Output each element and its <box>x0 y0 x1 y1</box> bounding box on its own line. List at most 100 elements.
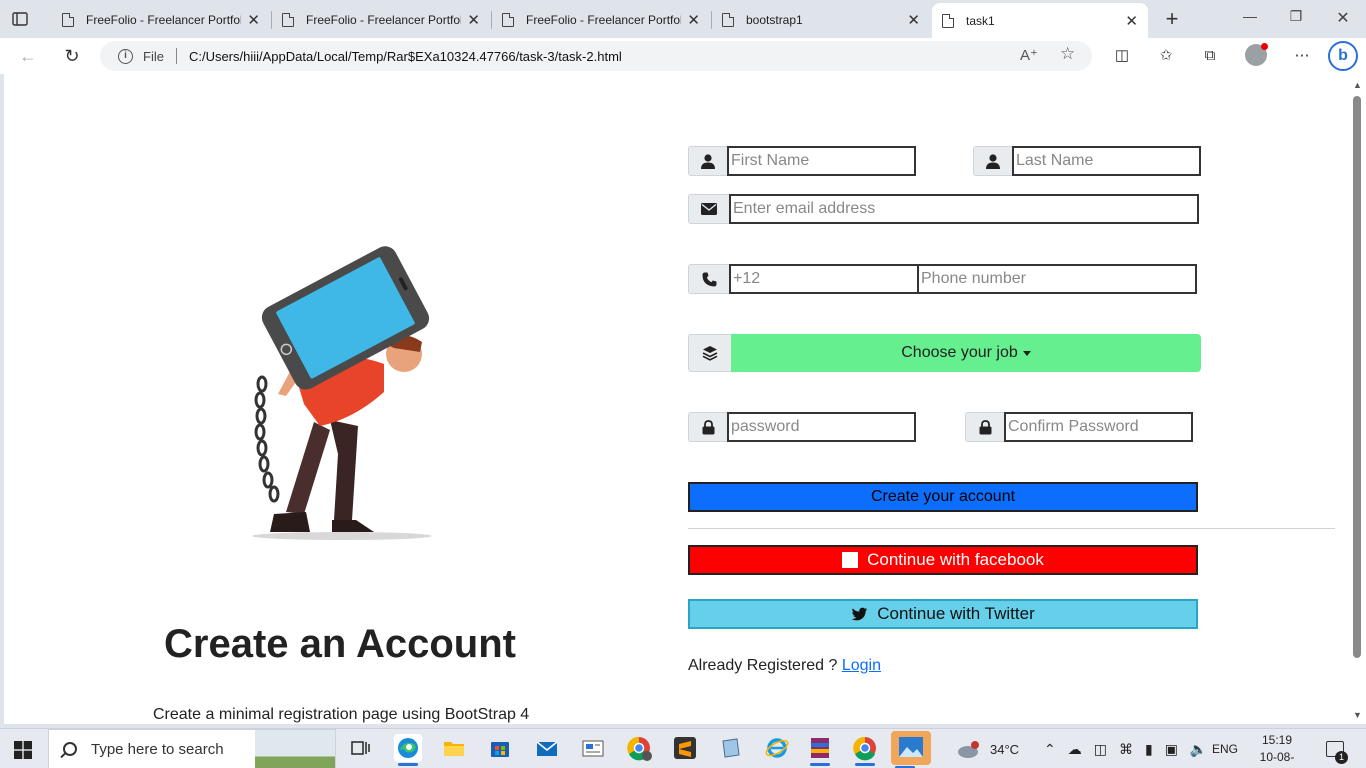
security-icon[interactable]: ▣ <box>1165 741 1178 758</box>
twitter-icon <box>851 607 868 620</box>
envelope-icon <box>701 203 717 215</box>
phone-icon-addon <box>688 264 730 294</box>
tab-label: FreeFolio - Freelancer Portfolio <box>306 13 462 27</box>
tab-label: FreeFolio - Freelancer Portfolio <box>526 13 682 27</box>
ie-icon[interactable] <box>763 734 791 762</box>
close-window-button[interactable]: ✕ <box>1333 8 1353 28</box>
tab-freefolio-1[interactable]: FreeFolio - Freelancer Portfolio ✕ <box>52 4 270 36</box>
scheme-label: File <box>143 48 164 64</box>
email-input[interactable] <box>729 194 1199 224</box>
windows-start-icon[interactable] <box>14 741 32 759</box>
clock-date: 10-08-2023 <box>1259 750 1295 768</box>
login-link[interactable]: Login <box>842 657 881 674</box>
store-icon[interactable] <box>486 734 514 762</box>
tab-task1[interactable]: task1 ✕ <box>932 3 1148 38</box>
layers-icon-addon <box>688 334 732 372</box>
lock-icon <box>979 419 991 434</box>
task-view-icon[interactable] <box>346 734 374 762</box>
close-icon[interactable]: ✕ <box>687 11 700 29</box>
tab-label: task1 <box>966 13 995 28</box>
user-icon <box>986 153 1000 169</box>
phone-icon <box>702 272 716 286</box>
tab-freefolio-3[interactable]: FreeFolio - Freelancer Portfolio ✕ <box>492 4 710 36</box>
page-icon <box>722 13 734 27</box>
mail-icon[interactable] <box>533 734 561 762</box>
scroll-down-arrow-icon[interactable]: ▼ <box>1353 710 1362 720</box>
wifi-icon[interactable]: ⌘ <box>1119 741 1133 758</box>
page-scrollbar[interactable]: ▲ ▼ <box>1348 74 1366 724</box>
caret-down-icon <box>1022 350 1031 356</box>
first-name-input[interactable] <box>727 146 916 176</box>
onedrive-icon[interactable]: ☁ <box>1068 741 1082 758</box>
address-bar[interactable]: i File C:/Users/hiii/AppData/Local/Temp/… <box>100 41 1092 71</box>
phone-number-input[interactable] <box>917 264 1197 294</box>
cloud-icon <box>958 741 979 758</box>
choose-job-label: Choose your job <box>901 344 1018 361</box>
volume-muted-icon[interactable]: 🔈 <box>1190 741 1207 758</box>
confirm-password-input[interactable] <box>1004 412 1193 442</box>
close-icon[interactable]: ✕ <box>1125 12 1138 30</box>
notepad-icon[interactable] <box>717 734 745 762</box>
system-tray-icons: ⌃ ☁ ◫ ⌘ ▮ ▣ 🔈 <box>1044 729 1207 768</box>
chrome-icon[interactable] <box>851 734 879 766</box>
tab-actions-icon[interactable] <box>10 9 30 29</box>
divider <box>688 528 1335 529</box>
news-icon[interactable] <box>579 734 607 762</box>
tab-freefolio-2[interactable]: FreeFolio - Freelancer Portfolio ✕ <box>272 4 490 36</box>
chevron-up-icon[interactable]: ⌃ <box>1044 741 1056 758</box>
choose-job-dropdown[interactable]: Choose your job <box>731 334 1201 372</box>
page-icon <box>942 13 954 28</box>
tab-label: bootstrap1 <box>746 13 803 27</box>
back-button[interactable]: ← <box>16 44 40 68</box>
meet-now-icon[interactable]: ◫ <box>1094 741 1107 758</box>
file-explorer-icon[interactable] <box>440 734 468 762</box>
profile-notification-dot <box>1261 43 1268 50</box>
restore-button[interactable]: ❐ <box>1286 8 1306 25</box>
page-icon <box>62 13 74 27</box>
password-input[interactable] <box>727 412 916 442</box>
favorites-icon[interactable]: ✩ <box>1156 46 1176 66</box>
scroll-thumb[interactable] <box>1353 96 1361 658</box>
divider <box>175 48 177 64</box>
clock[interactable]: 15:19 10-08-2023 <box>1252 732 1302 768</box>
close-icon[interactable]: ✕ <box>467 11 480 29</box>
photos-icon[interactable] <box>891 731 931 768</box>
new-tab-button[interactable]: + <box>1162 7 1182 31</box>
layers-icon <box>702 346 718 361</box>
info-icon[interactable]: i <box>118 48 133 64</box>
more-menu-icon[interactable]: ⋯ <box>1292 46 1312 66</box>
chrome-profile-icon[interactable] <box>625 734 653 762</box>
windows-taskbar: Type here to search 34°C ⌃ ☁ ◫ ⌘ ▮ ▣ 🔈 E… <box>0 728 1366 768</box>
weather-widget[interactable]: 34°C <box>956 729 1019 768</box>
page-viewport: Create an Account Create a minimal regis… <box>4 74 1348 724</box>
last-name-input[interactable] <box>1012 146 1201 176</box>
envelope-icon-addon <box>688 194 730 224</box>
battery-icon[interactable]: ▮ <box>1145 741 1153 758</box>
winrar-icon[interactable] <box>806 734 834 766</box>
facebook-icon <box>842 552 859 568</box>
scroll-up-arrow-icon[interactable]: ▲ <box>1353 80 1362 90</box>
favorite-star-icon[interactable]: ☆ <box>1060 44 1075 64</box>
tab-label: FreeFolio - Freelancer Portfolio <box>86 13 242 27</box>
create-account-button[interactable]: Create your account <box>688 482 1198 512</box>
read-aloud-icon[interactable]: A⁺ <box>1020 46 1038 64</box>
bing-chat-icon[interactable]: b <box>1328 41 1358 71</box>
refresh-button[interactable]: ↻ <box>60 44 84 68</box>
lock-icon-addon <box>688 412 728 442</box>
minimize-button[interactable]: — <box>1240 8 1260 24</box>
sublime-icon[interactable] <box>671 734 699 762</box>
close-icon[interactable]: ✕ <box>247 11 260 29</box>
language-indicator[interactable]: ENG <box>1212 729 1238 768</box>
edge-icon[interactable] <box>394 734 422 766</box>
close-icon[interactable]: ✕ <box>907 11 920 29</box>
country-code-input[interactable] <box>729 264 919 294</box>
url-text[interactable]: C:/Users/hiii/AppData/Local/Temp/Rar$EXa… <box>189 49 622 64</box>
collections-icon[interactable]: ⧉ <box>1200 46 1220 66</box>
page-title: Create an Account <box>164 622 516 666</box>
twitter-button[interactable]: Continue with Twitter <box>688 599 1198 629</box>
user-icon-addon <box>688 146 728 176</box>
tab-bootstrap1[interactable]: bootstrap1 ✕ <box>712 4 930 36</box>
facebook-button[interactable]: Continue with facebook <box>688 545 1198 575</box>
taskbar-search-box[interactable]: Type here to search <box>48 729 336 768</box>
split-screen-icon[interactable]: ◫ <box>1112 46 1132 66</box>
